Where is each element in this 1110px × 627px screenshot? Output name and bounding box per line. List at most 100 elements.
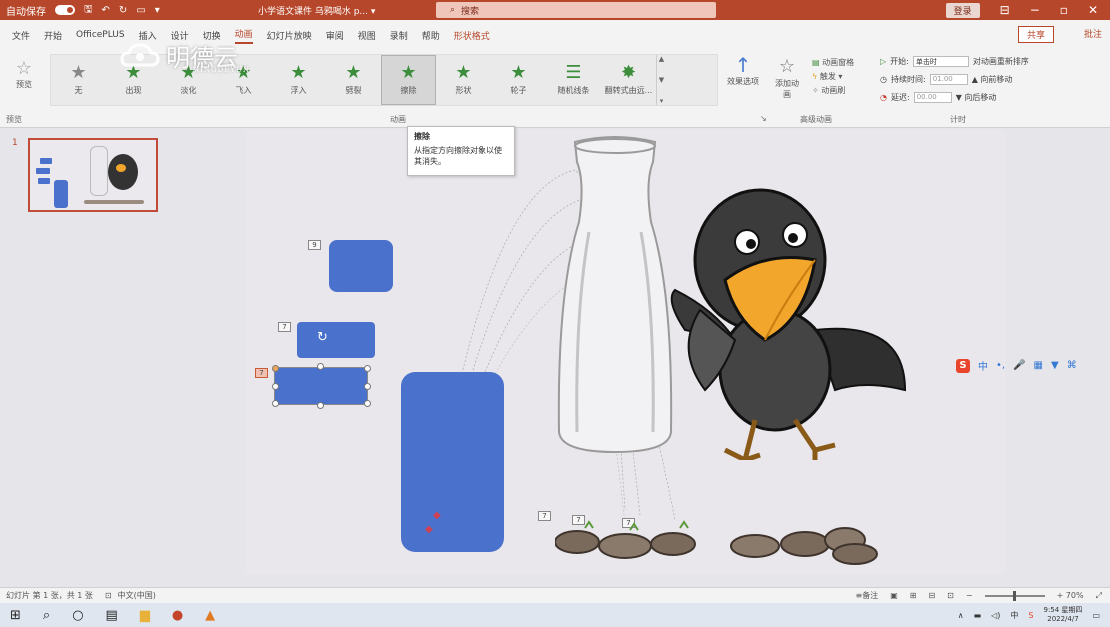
move-earlier-button[interactable]: ▲ 向前移动 xyxy=(972,74,1013,85)
volume-icon[interactable]: ◁) xyxy=(991,611,1000,620)
chevron-up-icon[interactable]: ▲ xyxy=(659,55,664,63)
animation-shape[interactable]: ★ 形状 xyxy=(436,55,491,105)
ime-mode[interactable]: 中 xyxy=(978,358,988,373)
undo-icon[interactable]: ↶ xyxy=(102,5,110,16)
animation-split[interactable]: ★ 劈裂 xyxy=(326,55,381,105)
minimize-icon[interactable]: − xyxy=(1030,3,1040,17)
rotate-handle-icon[interactable]: ↻ xyxy=(317,330,328,345)
clock[interactable]: 9:54 星期四 2022/4/7 xyxy=(1043,606,1082,624)
tab-review[interactable]: 审阅 xyxy=(326,29,344,42)
restore-icon[interactable]: ▫ xyxy=(1060,3,1068,17)
tab-help[interactable]: 帮助 xyxy=(422,29,440,42)
tab-file[interactable]: 文件 xyxy=(12,29,30,42)
keyboard-icon[interactable]: ▦ xyxy=(1034,360,1043,371)
selection-handle[interactable] xyxy=(364,400,371,407)
microphone-icon[interactable]: 🎤 xyxy=(1013,360,1025,371)
search-input[interactable]: ⌕ 搜索 xyxy=(436,2,716,18)
punctuation-icon[interactable]: •, xyxy=(996,360,1005,371)
selection-handle[interactable] xyxy=(272,365,279,372)
duration-input[interactable]: 01.00 xyxy=(929,74,968,85)
slide-sorter-icon[interactable]: ⊞ xyxy=(910,591,917,600)
preview-button[interactable]: ☆ 预览 xyxy=(4,58,44,90)
animation-pane-button[interactable]: ▤ 动画窗格 xyxy=(812,56,854,70)
sogou-tray-icon[interactable]: S xyxy=(1028,611,1033,620)
task-view-icon[interactable]: ▤ xyxy=(106,608,118,623)
animation-tag[interactable]: 9 xyxy=(308,240,321,250)
animation-float-in[interactable]: ★ 浮入 xyxy=(271,55,326,105)
slide-canvas[interactable]: ↻ 9 7 7 7 7 7 ◆ ◆ xyxy=(245,130,1005,574)
app-icon[interactable]: ▲ xyxy=(205,608,215,623)
autosave-toggle[interactable] xyxy=(55,5,75,15)
zoom-slider[interactable] xyxy=(984,590,1045,601)
file-explorer-icon[interactable]: ▆ xyxy=(140,608,150,623)
selection-handle[interactable] xyxy=(317,363,324,370)
redo-icon[interactable]: ↻ xyxy=(119,5,127,16)
tab-shape-format[interactable]: 形状格式 xyxy=(454,29,490,42)
accessibility-icon[interactable]: ⊡ xyxy=(105,591,112,600)
animation-wipe[interactable]: ★ 擦除 xyxy=(381,55,436,105)
trigger-button[interactable]: ϟ 触发 ▾ xyxy=(812,70,854,84)
move-later-button[interactable]: ▼ 向后移动 xyxy=(956,92,997,103)
animation-grow-turn[interactable]: ✸ 翻转式由远... xyxy=(601,55,656,105)
selection-handle[interactable] xyxy=(364,365,371,372)
network-icon[interactable]: ▬ xyxy=(974,611,982,620)
login-button[interactable]: 登录 xyxy=(945,2,980,18)
stones-image[interactable] xyxy=(555,520,885,566)
notes-button[interactable]: ≡备注 xyxy=(855,590,878,601)
comment-button[interactable]: 批注 xyxy=(1084,27,1102,40)
tools-icon[interactable]: ⌘ xyxy=(1067,360,1077,371)
skin-icon[interactable]: ▼ xyxy=(1051,360,1059,371)
blue-block-selected[interactable] xyxy=(274,367,368,405)
fit-window-icon[interactable]: ⤢ xyxy=(1096,591,1102,601)
blue-block-middle[interactable]: ↻ xyxy=(297,322,375,358)
windows-start-icon[interactable]: ⊞ xyxy=(10,608,21,623)
animation-none[interactable]: ★ 无 xyxy=(51,55,106,105)
selection-handle[interactable] xyxy=(272,400,279,407)
animation-painter-button[interactable]: ✧ 动画刷 xyxy=(812,84,854,98)
slide-thumbnail[interactable] xyxy=(28,138,158,212)
tab-record[interactable]: 录制 xyxy=(390,29,408,42)
notification-icon[interactable]: ▭ xyxy=(1092,611,1100,620)
document-title[interactable]: 小学语文课件 乌鸦喝水 p... ▾ xyxy=(258,4,375,17)
effect-options-button[interactable]: ↑ 效果选项 xyxy=(726,54,760,87)
more-icon[interactable]: ▾ xyxy=(660,97,664,105)
dialog-launcher-icon[interactable]: ↘ xyxy=(760,114,767,123)
selection-handle[interactable] xyxy=(272,383,279,390)
normal-view-icon[interactable]: ▣ xyxy=(890,591,898,600)
animation-tag[interactable]: 7 xyxy=(278,322,291,332)
animation-random-bars[interactable]: ☰ 随机线条 xyxy=(546,55,601,105)
tab-officeplus[interactable]: OfficePLUS xyxy=(76,30,125,40)
gallery-scroll[interactable]: ▲ ▼ ▾ xyxy=(656,55,666,105)
ime-toolbar[interactable]: S 中 •, 🎤 ▦ ▼ ⌘ xyxy=(956,358,1077,373)
reading-view-icon[interactable]: ⊟ xyxy=(928,591,935,600)
cortana-icon[interactable]: ○ xyxy=(72,608,83,623)
blue-block-top[interactable] xyxy=(329,240,393,292)
share-button[interactable]: 共享 xyxy=(1017,26,1054,43)
slideshow-icon[interactable]: ⊡ xyxy=(947,591,954,600)
add-animation-button[interactable]: ☆ 添加动画 xyxy=(772,56,802,100)
customize-qa-icon[interactable]: ▾ xyxy=(155,5,160,16)
tab-view[interactable]: 视图 xyxy=(358,29,376,42)
animation-wheel[interactable]: ★ 轮子 xyxy=(491,55,546,105)
tab-slideshow[interactable]: 幻灯片放映 xyxy=(267,29,312,42)
ribbon-display-icon[interactable]: ⊟ xyxy=(1000,3,1010,17)
blue-block-large[interactable] xyxy=(401,372,504,552)
vertical-scrollbar[interactable] xyxy=(1102,128,1110,588)
animation-tag[interactable]: 7 xyxy=(255,368,268,378)
save-icon[interactable]: 🖫 xyxy=(84,2,93,19)
present-icon[interactable]: ▭ xyxy=(136,5,145,16)
close-icon[interactable]: ✕ xyxy=(1088,3,1098,17)
selection-handle[interactable] xyxy=(317,402,324,409)
chevron-down-icon[interactable]: ▼ xyxy=(659,76,664,84)
powerpoint-icon[interactable]: ● xyxy=(172,608,183,623)
bottle-image[interactable] xyxy=(545,132,685,462)
animation-tag[interactable]: 7 xyxy=(538,511,551,521)
selection-handle[interactable] xyxy=(364,383,371,390)
tray-expand-icon[interactable]: ∧ xyxy=(958,611,964,620)
taskbar-search-icon[interactable]: ⌕ xyxy=(43,608,50,623)
zoom-level[interactable]: + 70% xyxy=(1057,591,1084,600)
crow-image[interactable] xyxy=(665,180,915,460)
start-select[interactable]: 单击时 xyxy=(912,56,969,67)
delay-input[interactable]: 00.00 xyxy=(913,92,952,103)
ime-tray-icon[interactable]: 中 xyxy=(1010,610,1018,621)
